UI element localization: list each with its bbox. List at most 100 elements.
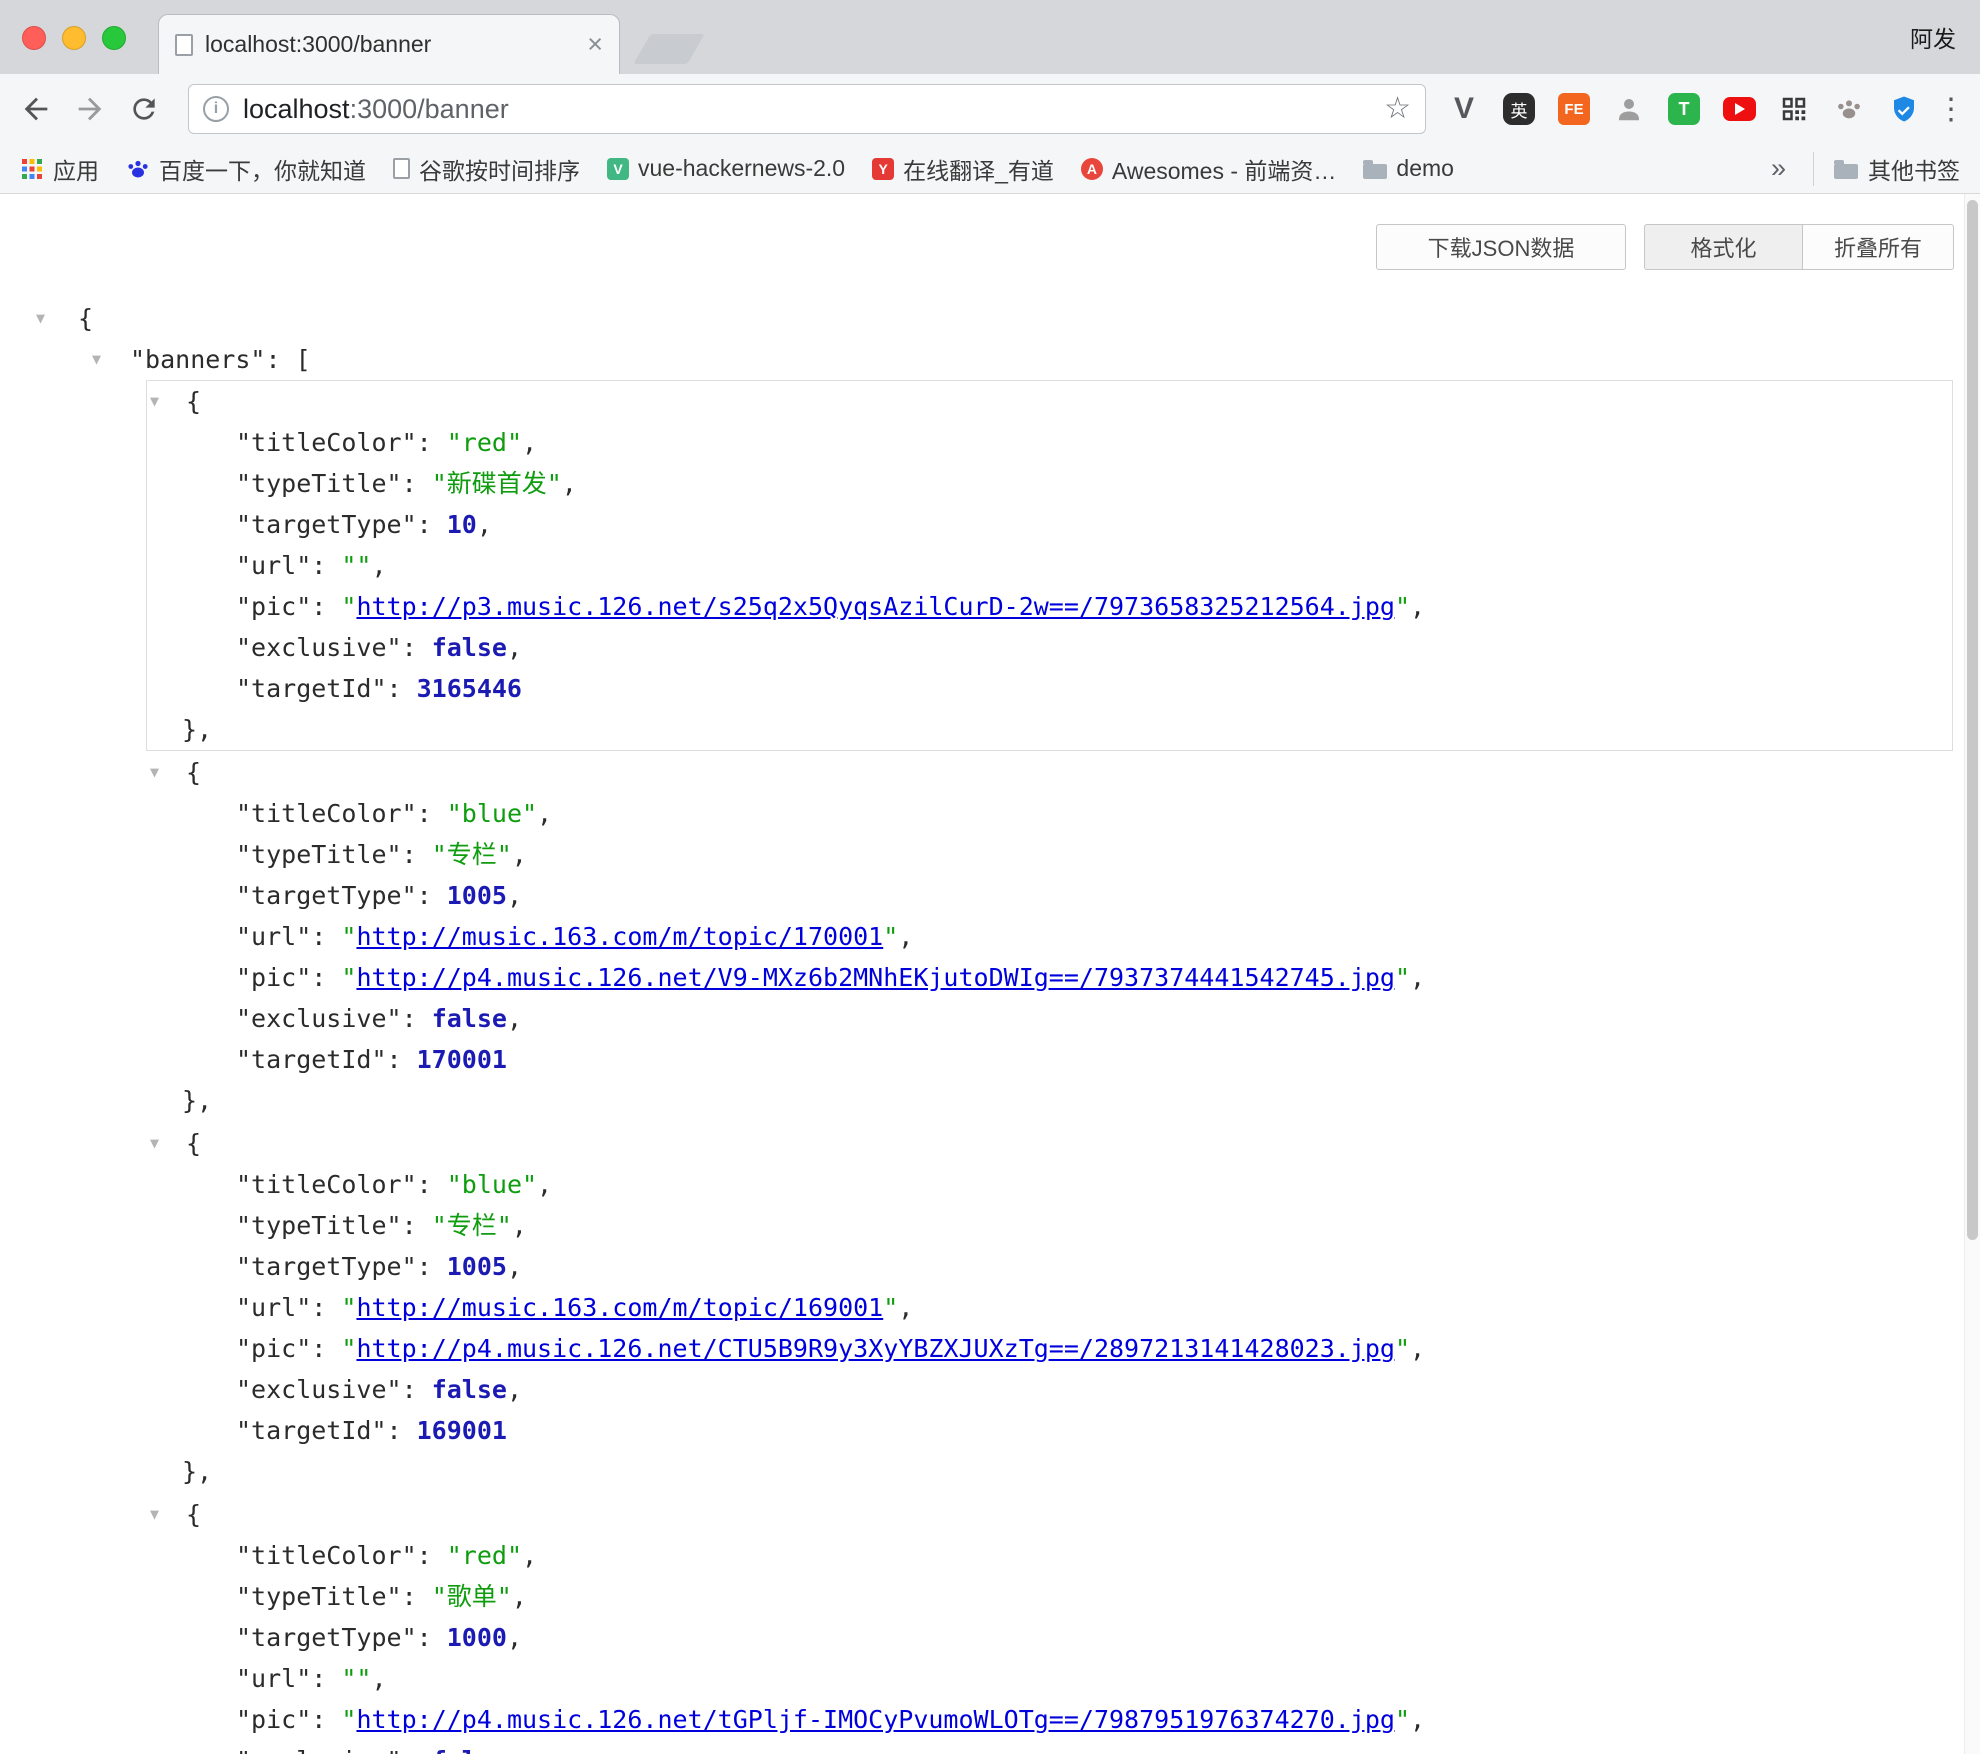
bookmark-demo-folder[interactable]: demo (1363, 155, 1454, 182)
vimium-extension-icon[interactable]: V (1446, 91, 1482, 127)
tab-close-icon[interactable]: × (587, 31, 603, 58)
json-line: "typeTitle": "专栏", (147, 1205, 1952, 1246)
reload-button[interactable] (120, 85, 168, 133)
json-url-link[interactable]: http://p3.music.126.net/s25q2x5QyqsAzilC… (356, 592, 1395, 621)
page-icon (393, 158, 410, 179)
json-line: "targetType": 1000, (147, 1617, 1952, 1658)
json-url-link[interactable]: http://p4.music.126.net/tGPljf-IMOCyPvum… (356, 1705, 1395, 1734)
page-content: 下载JSON数据 格式化 折叠所有 ▼{▼"banners": [▼{"titl… (0, 194, 1980, 1754)
browser-tab[interactable]: localhost:3000/banner × (158, 14, 620, 74)
json-token: : (311, 1334, 341, 1363)
fe-extension-icon[interactable]: FE (1556, 91, 1592, 127)
json-line: }, (147, 1080, 1952, 1121)
json-token: : (387, 1416, 417, 1445)
bookmarks-overflow-chevron[interactable]: » (1771, 153, 1786, 184)
json-token: "url" (236, 551, 311, 580)
json-token: : (311, 922, 341, 951)
other-bookmarks[interactable]: 其他书签 (1813, 152, 1960, 186)
bookmark-apps[interactable]: 应用 (20, 152, 99, 186)
bookmark-google-sort[interactable]: 谷歌按时间排序 (393, 152, 580, 186)
json-token: " (341, 1334, 356, 1363)
json-token: : (402, 840, 432, 869)
json-line: "targetType": 1005, (147, 1246, 1952, 1287)
json-line: "typeTitle": "专栏", (147, 834, 1952, 875)
json-token: { (186, 387, 201, 416)
forward-button[interactable] (66, 85, 114, 133)
json-token: , (898, 922, 913, 951)
collapse-toggle-icon[interactable]: ▼ (36, 298, 45, 339)
back-button[interactable] (12, 85, 60, 133)
json-token: 1000 (447, 1623, 507, 1652)
json-viewer-actions: 下载JSON数据 格式化 折叠所有 (1376, 224, 1954, 270)
paw-extension-icon[interactable] (1831, 91, 1867, 127)
json-token: : (311, 1293, 341, 1322)
json-token: { (186, 758, 201, 787)
json-line: "targetType": 10, (147, 504, 1952, 545)
format-button[interactable]: 格式化 (1644, 224, 1802, 270)
json-token: , (512, 840, 527, 869)
json-token: "blue" (447, 799, 537, 828)
browser-toolbar: i localhost:3000/banner ☆ V 英 FE T ⋮ (0, 74, 1980, 144)
baidu-paw-icon (126, 157, 150, 181)
youtube-extension-icon[interactable] (1721, 91, 1757, 127)
json-line: "targetId": 170001 (147, 1039, 1952, 1080)
json-token: "pic" (236, 1705, 311, 1734)
json-token: : (417, 799, 447, 828)
json-line: "exclusive": false, (147, 1369, 1952, 1410)
shield-extension-icon[interactable] (1886, 91, 1922, 127)
bookmark-baidu[interactable]: 百度一下，你就知道 (126, 152, 366, 186)
json-token: : (311, 963, 341, 992)
json-url-link[interactable]: http://music.163.com/m/topic/169001 (356, 1293, 883, 1322)
collapse-all-button[interactable]: 折叠所有 (1802, 224, 1954, 270)
json-line: "url": "", (147, 1658, 1952, 1699)
translate-extension-icon[interactable]: 英 (1501, 91, 1537, 127)
bookmark-label: 谷歌按时间排序 (419, 152, 580, 186)
json-token: }, (182, 715, 212, 744)
collapse-toggle-icon[interactable]: ▼ (150, 1123, 159, 1164)
download-json-button[interactable]: 下载JSON数据 (1376, 224, 1626, 270)
browser-menu-icon[interactable]: ⋮ (1934, 92, 1968, 127)
page-info-icon[interactable]: i (203, 96, 229, 122)
people-extension-icon[interactable] (1611, 91, 1647, 127)
json-token: "歌单" (432, 1582, 512, 1611)
json-token: "typeTitle" (236, 1582, 402, 1611)
new-tab-button[interactable] (633, 34, 704, 64)
json-line: "pic": "http://p4.music.126.net/CTU5B9R9… (147, 1328, 1952, 1369)
minimize-window-button[interactable] (62, 26, 86, 50)
bookmark-youdao[interactable]: Y 在线翻译_有道 (872, 152, 1054, 186)
collapse-toggle-icon[interactable]: ▼ (150, 381, 159, 422)
address-bar[interactable]: i localhost:3000/banner ☆ (188, 84, 1426, 134)
json-url-link[interactable]: http://music.163.com/m/topic/170001 (356, 922, 883, 951)
qrcode-extension-icon[interactable] (1776, 91, 1812, 127)
collapse-toggle-icon[interactable]: ▼ (92, 339, 101, 380)
json-token: "新碟首发" (432, 469, 562, 498)
json-token: 1005 (447, 1252, 507, 1281)
json-url-link[interactable]: http://p4.music.126.net/CTU5B9R9y3XyYBZX… (356, 1334, 1395, 1363)
url-text[interactable]: localhost:3000/banner (243, 94, 1372, 125)
scrollbar[interactable] (1964, 194, 1980, 1754)
bookmark-awesomes[interactable]: A Awesomes - 前端资… (1081, 152, 1337, 186)
json-token: false (432, 633, 507, 662)
json-token: "titleColor" (236, 428, 417, 457)
scrollbar-thumb[interactable] (1967, 200, 1978, 1240)
bookmarks-bar: 应用 百度一下，你就知道 谷歌按时间排序 V vue-hackernews-2.… (0, 144, 1980, 194)
json-token: " (1395, 963, 1410, 992)
json-token: , (507, 1375, 522, 1404)
json-token: , (1410, 963, 1425, 992)
json-line: "typeTitle": "歌单", (147, 1576, 1952, 1617)
bookmark-label: 应用 (53, 152, 99, 186)
json-token: " (341, 1705, 356, 1734)
json-tree: ▼{▼"banners": [▼{"titleColor": "red","ty… (0, 194, 1980, 1754)
green-shield-extension-icon[interactable]: T (1666, 91, 1702, 127)
bookmark-star-icon[interactable]: ☆ (1384, 94, 1411, 124)
json-token: , (522, 428, 537, 457)
json-token: , (1410, 1334, 1425, 1363)
json-line: "url": "", (147, 545, 1952, 586)
bookmark-label: Awesomes - 前端资… (1112, 152, 1337, 186)
collapse-toggle-icon[interactable]: ▼ (150, 752, 159, 793)
collapse-toggle-icon[interactable]: ▼ (150, 1494, 159, 1535)
bookmark-vue-hackernews[interactable]: V vue-hackernews-2.0 (607, 155, 845, 182)
zoom-window-button[interactable] (102, 26, 126, 50)
json-url-link[interactable]: http://p4.music.126.net/V9-MXz6b2MNhEKju… (356, 963, 1395, 992)
close-window-button[interactable] (22, 26, 46, 50)
